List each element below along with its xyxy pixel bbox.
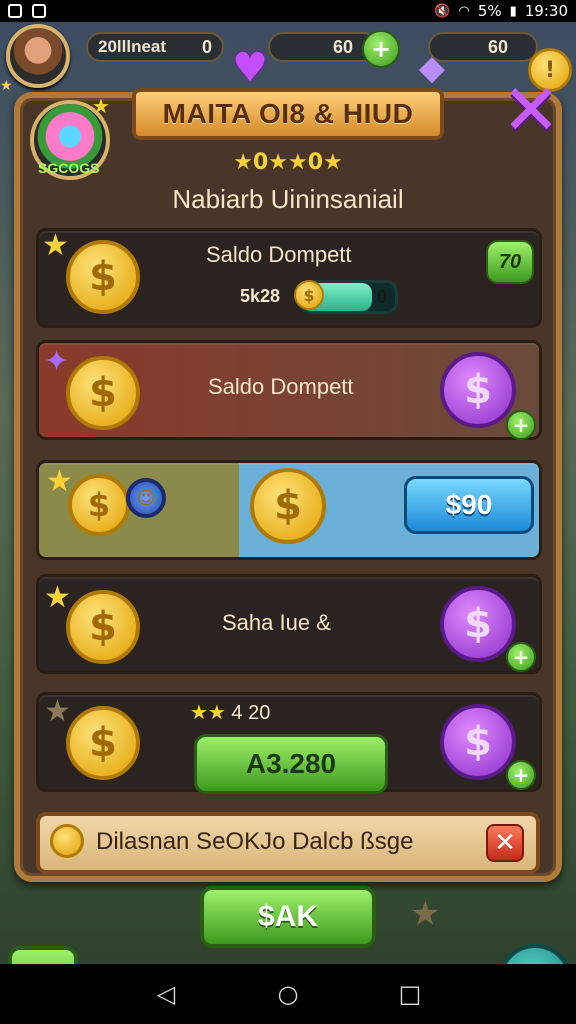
add-button[interactable]: +: [506, 760, 536, 790]
back-icon[interactable]: ◁: [151, 980, 181, 1008]
resource-label: 20lllneat: [98, 37, 167, 56]
coin-icon: [50, 824, 84, 858]
row-title: Saha Iue &: [222, 610, 331, 635]
coin-icon: $: [66, 356, 140, 430]
mute-icon: 🔇: [434, 3, 451, 19]
progress-value: 0: [376, 286, 387, 307]
notification-icon: [8, 4, 22, 18]
android-nav-bar: ◁ ○ □: [0, 964, 576, 1024]
purple-coin-icon: $: [440, 586, 516, 662]
star-icon: ★: [410, 894, 441, 934]
buy-button[interactable]: $90: [404, 476, 534, 534]
resource-value: 0: [201, 36, 212, 57]
status-bar: 🔇 ◠ 5% ▮ 19:30: [0, 0, 576, 22]
footer-close-button[interactable]: ✕: [486, 824, 524, 862]
add-hearts-button[interactable]: +: [362, 30, 400, 68]
panel-title: MAITA OI8 & HIUD: [132, 88, 444, 140]
panel-subtitle: Nabiarb Uininsaniail: [172, 184, 404, 214]
resource-bar: ★ 20lllneat 0 ♥ 60 + ◆ 60 !: [0, 22, 576, 94]
row-title: Saldo Dompett: [206, 242, 352, 267]
coin-icon: $: [250, 468, 326, 544]
add-button[interactable]: +: [506, 642, 536, 672]
star-icon: ★: [44, 694, 71, 729]
clock: 19:30: [524, 2, 568, 20]
player-avatar[interactable]: [6, 24, 70, 88]
close-icon[interactable]: ✕: [500, 75, 562, 145]
resource-counter-1: 20lllneat 0: [86, 32, 224, 62]
add-button[interactable]: +: [506, 410, 536, 440]
coin-icon: $: [66, 590, 140, 664]
row-stars: ★★ 4 20: [190, 702, 271, 724]
row-title: Saldo Dompett: [208, 374, 354, 399]
battery-icon: ▮: [509, 3, 517, 19]
battery-level: 5%: [477, 2, 502, 20]
recents-icon[interactable]: □: [395, 980, 425, 1008]
star-icon: ★: [92, 94, 110, 118]
resource-value: 60: [487, 36, 509, 57]
footer-message: Dilasnan SeOKJo Dalcb ßsge: [96, 828, 414, 855]
purple-coin-icon: $: [440, 704, 516, 780]
star-icon: ★: [44, 580, 71, 615]
purchase-button[interactable]: A3.280: [194, 734, 388, 794]
confirm-button[interactable]: $AK: [200, 886, 376, 948]
resource-value: 60: [332, 36, 354, 57]
home-circle-icon[interactable]: ○: [273, 980, 303, 1008]
row-stars-value: 4 20: [231, 702, 271, 724]
wifi-icon: ◠: [458, 3, 470, 19]
notification-icon: [32, 4, 46, 18]
coin-icon: $: [66, 706, 140, 780]
coin-icon: $: [68, 474, 130, 536]
character-icon: ☺: [126, 478, 166, 518]
coin-icon: $: [294, 280, 324, 310]
star-icon: ★: [42, 228, 69, 263]
star-icon: ★: [0, 78, 13, 94]
gem-star-icon: ✦: [44, 344, 70, 379]
progress-prefix: 5k28: [240, 286, 281, 306]
star-rating: ★0★★0★: [233, 150, 343, 175]
purple-coin-icon: $: [440, 352, 516, 428]
resource-counter-gems: 60: [428, 32, 538, 62]
level-badge: 70: [486, 240, 534, 284]
coin-icon: $: [66, 240, 140, 314]
heart-icon: ♥: [232, 45, 268, 91]
